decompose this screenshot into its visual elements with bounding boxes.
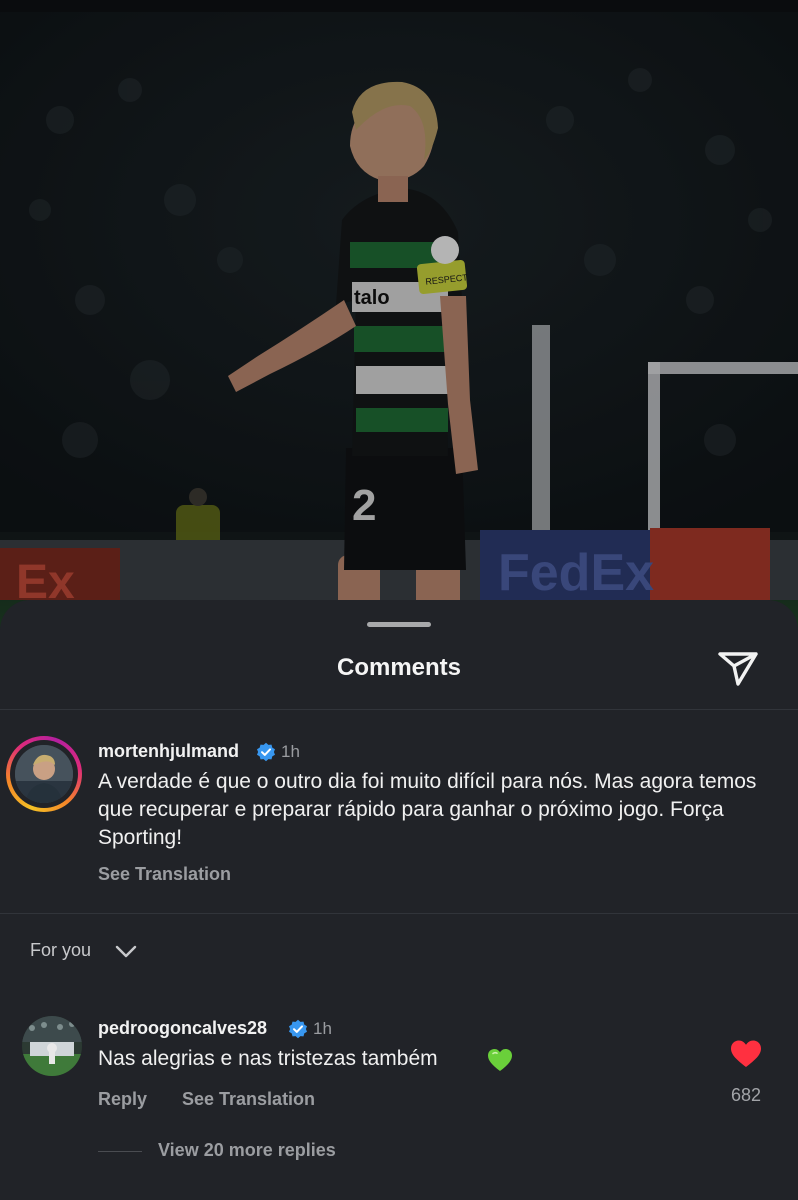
paper-plane-icon (718, 652, 758, 686)
verified-badge-icon (289, 1019, 307, 1039)
avatar-image (15, 745, 73, 803)
verified-badge-icon (257, 742, 275, 762)
like-count: 682 (730, 1085, 762, 1105)
heart-filled-icon[interactable] (729, 1038, 763, 1070)
see-translation-link[interactable]: See Translation (98, 864, 231, 885)
commenter-username[interactable]: pedroogoncalves28 (98, 1018, 267, 1039)
post-photo: Ex FedEx 2 talo RESPECT (0, 0, 798, 660)
share-button[interactable] (714, 646, 762, 688)
view-more-replies-button[interactable]: View 20 more replies (158, 1140, 336, 1161)
author-avatar[interactable] (6, 736, 82, 812)
post-caption: A verdade é que o outro dia foi muito di… (98, 770, 757, 849)
see-translation-link[interactable]: See Translation (182, 1089, 315, 1110)
comments-sheet: Comments (0, 600, 798, 1200)
commenter-avatar[interactable] (22, 1016, 82, 1076)
football-player-photo: Ex FedEx 2 talo RESPECT (0, 12, 798, 660)
sheet-title: Comments (336, 654, 462, 681)
caption-divider (0, 913, 798, 914)
drag-handle[interactable] (367, 622, 431, 627)
header-divider (0, 709, 798, 710)
chevron-down-icon[interactable] (114, 941, 138, 961)
comment-timestamp: 1h (313, 1019, 332, 1038)
reply-button[interactable]: Reply (98, 1089, 147, 1110)
post-username[interactable]: mortenhjulmand (98, 741, 239, 762)
replies-connector-line (98, 1151, 142, 1152)
comment-sort-dropdown[interactable]: For you (30, 940, 91, 961)
green-heart-icon (488, 1049, 512, 1071)
comment-text: Nas alegrias e nas tristezas também (98, 1047, 438, 1070)
post-timestamp: 1h (281, 742, 300, 761)
